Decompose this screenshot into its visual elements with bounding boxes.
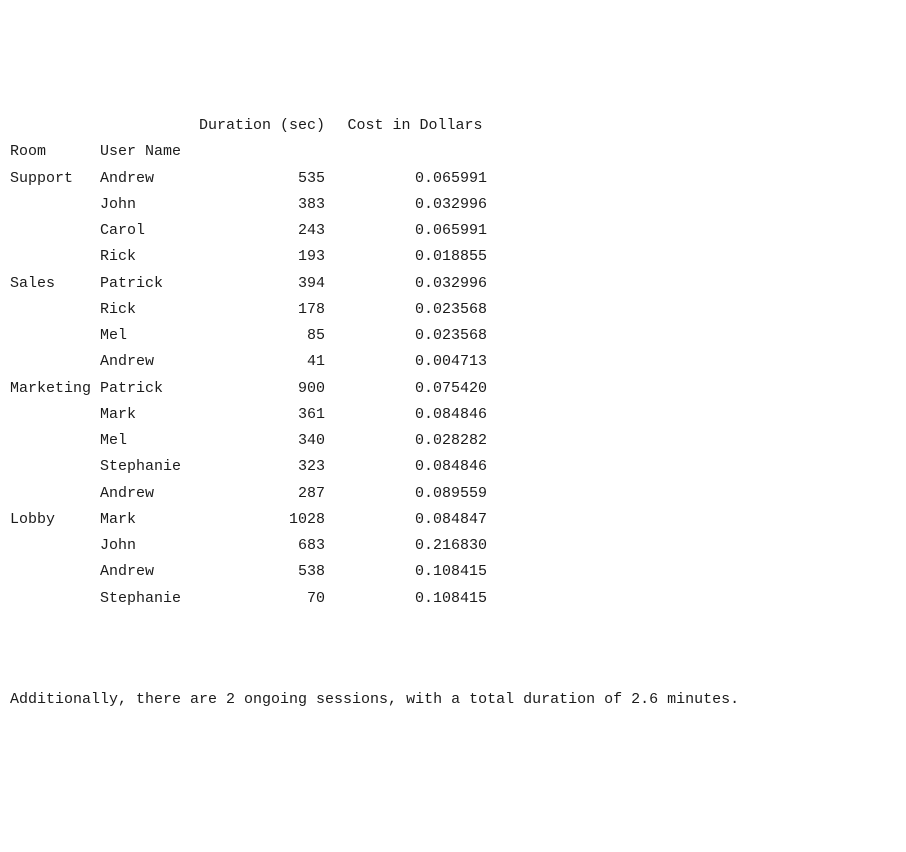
table-row: SupportAndrew535 0.065991 [10, 166, 896, 192]
table-row: SalesPatrick394 0.032996 [10, 271, 896, 297]
cell-cost: 0.065991 [343, 166, 487, 192]
table-row: Stephanie323 0.084846 [10, 454, 896, 480]
cell-user: Rick [100, 244, 199, 270]
cell-cost: 0.089559 [343, 481, 487, 507]
table-row: LobbyMark1028 0.084847 [10, 507, 896, 533]
table-row: Mel340 0.028282 [10, 428, 896, 454]
cell-room: Marketing [10, 376, 100, 402]
cell-user: John [100, 192, 199, 218]
table-row: Mark361 0.084846 [10, 402, 896, 428]
cell-duration: 287 [199, 481, 325, 507]
cell-user: Mark [100, 402, 199, 428]
cell-cost: 0.216830 [343, 533, 487, 559]
cell-user: Stephanie [100, 454, 199, 480]
table-row: John683 0.216830 [10, 533, 896, 559]
cell-cost: 0.023568 [343, 297, 487, 323]
cell-user: Andrew [100, 559, 199, 585]
table-row: Mel85 0.023568 [10, 323, 896, 349]
cell-cost: 0.108415 [343, 559, 487, 585]
cell-duration: 383 [199, 192, 325, 218]
table-row: Carol243 0.065991 [10, 218, 896, 244]
index-header-row: RoomUser Name [10, 139, 896, 165]
table-row: Andrew538 0.108415 [10, 559, 896, 585]
cell-duration: 361 [199, 402, 325, 428]
table-row: Rick193 0.018855 [10, 244, 896, 270]
cell-cost: 0.108415 [343, 586, 487, 612]
index-header-room: Room [10, 139, 100, 165]
cell-cost: 0.032996 [343, 192, 487, 218]
column-header-cost: Cost in Dollars [343, 113, 487, 139]
column-header-row: Duration (sec) Cost in Dollars [10, 113, 896, 139]
cell-duration: 538 [199, 559, 325, 585]
cell-duration: 70 [199, 586, 325, 612]
table-row: Stephanie70 0.108415 [10, 586, 896, 612]
cell-user: Stephanie [100, 586, 199, 612]
data-table: Duration (sec)Cost in DollarsRoomUser Na… [10, 113, 896, 612]
cell-cost: 0.023568 [343, 323, 487, 349]
cell-user: Rick [100, 297, 199, 323]
table-row: Andrew287 0.089559 [10, 481, 896, 507]
footer-note: Additionally, there are 2 ongoing sessio… [10, 687, 896, 713]
cell-cost: 0.065991 [343, 218, 487, 244]
cell-duration: 340 [199, 428, 325, 454]
cell-user: Mel [100, 428, 199, 454]
cell-duration: 1028 [199, 507, 325, 533]
cell-user: Carol [100, 218, 199, 244]
cell-user: John [100, 533, 199, 559]
cell-user: Patrick [100, 271, 199, 297]
cell-user: Andrew [100, 166, 199, 192]
cell-cost: 0.028282 [343, 428, 487, 454]
cell-duration: 41 [199, 349, 325, 375]
cell-duration: 243 [199, 218, 325, 244]
cell-cost: 0.084846 [343, 402, 487, 428]
cell-room: Support [10, 166, 100, 192]
cell-duration: 193 [199, 244, 325, 270]
cell-cost: 0.084846 [343, 454, 487, 480]
cell-duration: 178 [199, 297, 325, 323]
cell-duration: 394 [199, 271, 325, 297]
table-row: Rick178 0.023568 [10, 297, 896, 323]
table-row: John383 0.032996 [10, 192, 896, 218]
cell-cost: 0.084847 [343, 507, 487, 533]
cell-user: Andrew [100, 481, 199, 507]
cell-cost: 0.018855 [343, 244, 487, 270]
cell-room: Lobby [10, 507, 100, 533]
cell-duration: 535 [199, 166, 325, 192]
cell-duration: 900 [199, 376, 325, 402]
cell-user: Patrick [100, 376, 199, 402]
cell-user: Andrew [100, 349, 199, 375]
cell-duration: 323 [199, 454, 325, 480]
column-header-duration: Duration (sec) [199, 113, 325, 139]
cell-room: Sales [10, 271, 100, 297]
table-row: MarketingPatrick900 0.075420 [10, 376, 896, 402]
index-header-user: User Name [100, 139, 199, 165]
cell-duration: 683 [199, 533, 325, 559]
cell-duration: 85 [199, 323, 325, 349]
table-row: Andrew41 0.004713 [10, 349, 896, 375]
cell-cost: 0.032996 [343, 271, 487, 297]
cell-user: Mark [100, 507, 199, 533]
cell-cost: 0.075420 [343, 376, 487, 402]
cell-user: Mel [100, 323, 199, 349]
cell-cost: 0.004713 [343, 349, 487, 375]
